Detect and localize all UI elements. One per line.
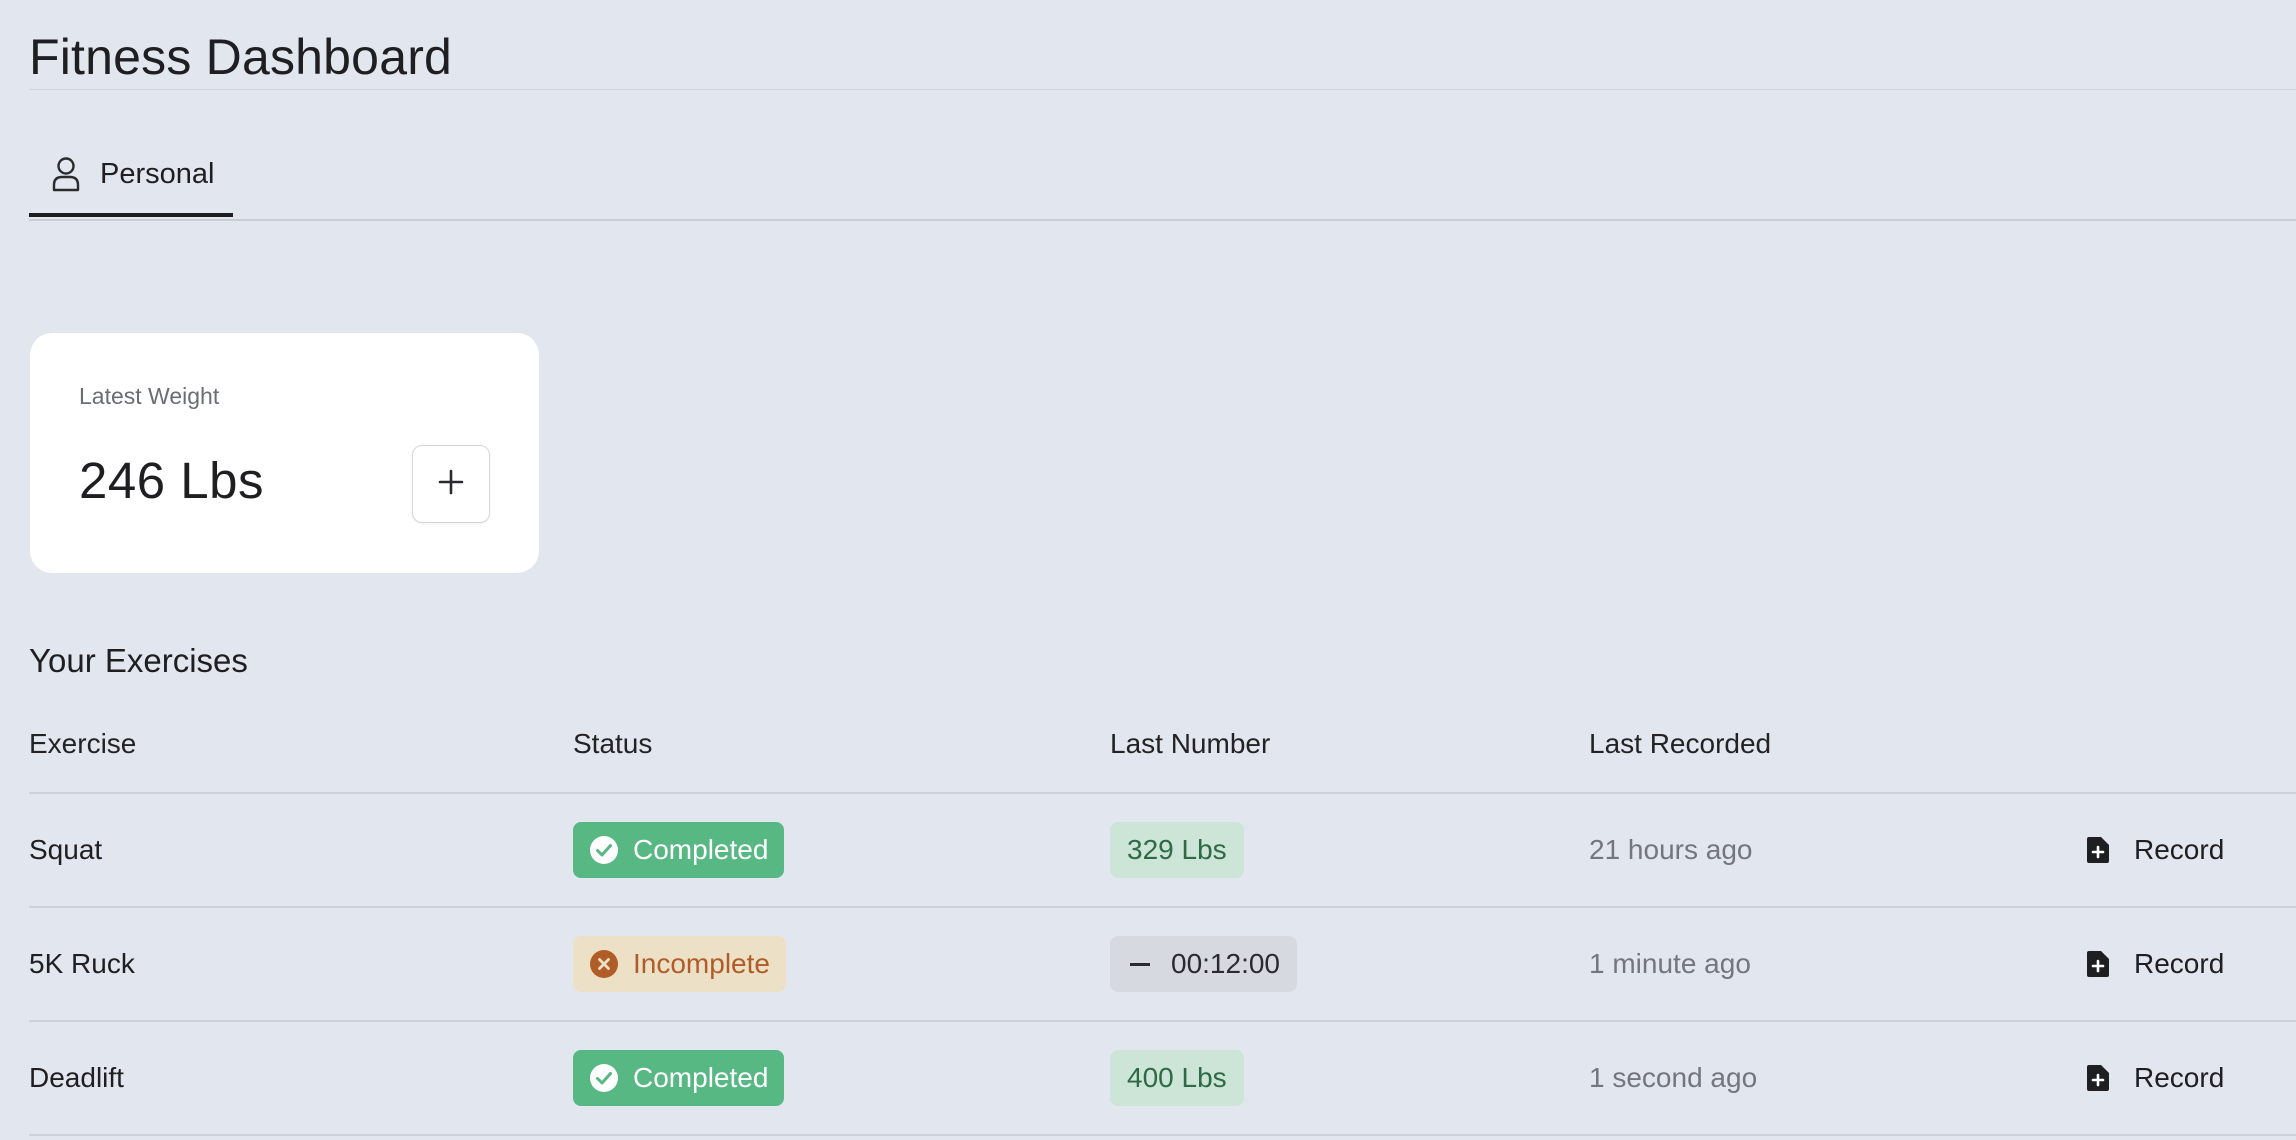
tab-personal-label: Personal (100, 157, 215, 190)
tab-personal[interactable]: Personal (29, 135, 233, 217)
exercise-name: Deadlift (29, 1062, 124, 1093)
last-number-pill: 00:12:00 (1110, 936, 1297, 992)
record-button[interactable]: Record (2086, 948, 2224, 980)
tab-bar: Personal (29, 135, 2296, 221)
record-button-label: Record (2134, 834, 2225, 865)
check-circle-icon (589, 1063, 619, 1093)
page-title: Fitness Dashboard (29, 29, 453, 85)
record-button[interactable]: Record (2086, 834, 2224, 866)
status-label: Completed (633, 1062, 769, 1093)
status-badge: Incomplete (573, 936, 786, 992)
add-weight-button[interactable] (412, 445, 490, 523)
x-circle-icon (589, 949, 619, 979)
exercise-name: Squat (29, 834, 103, 865)
table-row: 5K Ruck Incomplete 00:12:00 1 minute ago… (29, 908, 2296, 1022)
title-divider (29, 89, 2296, 90)
column-header-last-recorded: Last Recorded (1589, 728, 1772, 759)
last-number-value: 329 Lbs (1110, 822, 1244, 878)
latest-weight-value: 246 Lbs (79, 452, 264, 509)
exercises-section-title: Your Exercises (29, 642, 248, 679)
file-plus-icon (2086, 1063, 2112, 1093)
latest-weight-label: Latest Weight (79, 383, 220, 409)
exercises-table: Exercise Status Last Number Last Recorde… (29, 712, 2296, 1136)
file-plus-icon (2086, 949, 2112, 979)
file-plus-icon (2086, 835, 2112, 865)
last-recorded-text: 1 minute ago (1589, 948, 1751, 979)
record-button[interactable]: Record (2086, 1062, 2224, 1094)
last-recorded-text: 21 hours ago (1589, 834, 1753, 865)
status-badge: Completed (573, 822, 785, 878)
record-button-label: Record (2134, 1062, 2225, 1093)
column-header-exercise: Exercise (29, 728, 137, 759)
user-icon (49, 154, 83, 194)
minus-icon (1130, 962, 1150, 966)
column-header-status: Status (573, 728, 653, 759)
table-row: Squat Completed 329 Lbs 21 hours ago Rec… (29, 794, 2296, 908)
check-circle-icon (589, 835, 619, 865)
status-label: Completed (633, 834, 769, 865)
column-header-last-number: Last Number (1110, 728, 1271, 759)
status-badge: Completed (573, 1050, 785, 1106)
exercise-name: 5K Ruck (29, 948, 135, 979)
last-recorded-text: 1 second ago (1589, 1062, 1758, 1093)
table-row: Deadlift Completed 400 Lbs 1 second ago … (29, 1022, 2296, 1136)
plus-icon (437, 468, 465, 501)
last-number-value: 00:12:00 (1171, 948, 1280, 979)
record-button-label: Record (2134, 948, 2225, 979)
last-number-value: 400 Lbs (1110, 1050, 1244, 1106)
latest-weight-card: Latest Weight 246 Lbs (30, 333, 539, 573)
table-header: Exercise Status Last Number Last Recorde… (29, 712, 2296, 794)
status-label: Incomplete (633, 948, 770, 979)
